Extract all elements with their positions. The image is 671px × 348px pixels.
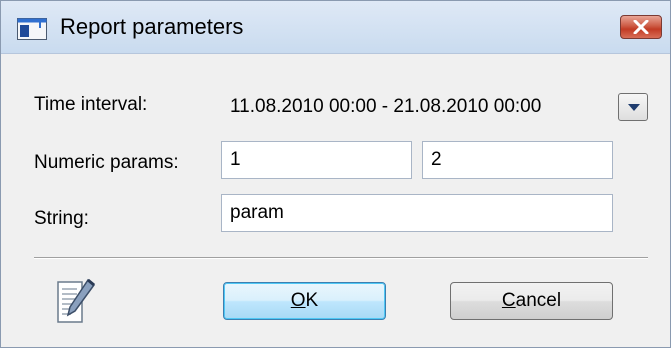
- cancel-button[interactable]: Cancel: [450, 282, 613, 320]
- report-window-icon: [17, 18, 47, 40]
- chevron-down-icon: [628, 104, 640, 111]
- time-interval-field[interactable]: 11.08.2010 00:00 - 21.08.2010 00:00: [221, 88, 611, 126]
- string-label: String:: [34, 208, 89, 229]
- numeric-params-label: Numeric params:: [34, 152, 179, 173]
- cancel-mnemonic: C: [501, 290, 516, 311]
- title-bar[interactable]: Report parameters: [1, 1, 670, 54]
- numeric-param-1-input[interactable]: 1: [221, 141, 412, 179]
- string-input[interactable]: param: [221, 194, 613, 232]
- cancel-label: ancel: [515, 290, 562, 311]
- time-interval-dropdown-button[interactable]: [618, 93, 648, 121]
- window-title: Report parameters: [60, 14, 244, 39]
- ok-label: K: [305, 290, 319, 311]
- document-edit-icon: [55, 277, 97, 325]
- close-button[interactable]: [620, 15, 662, 39]
- separator: [34, 257, 648, 259]
- numeric-param-2-input[interactable]: 2: [422, 141, 613, 179]
- ok-button[interactable]: OK: [223, 282, 386, 320]
- time-interval-label: Time interval:: [34, 94, 148, 115]
- ok-mnemonic: O: [290, 290, 306, 311]
- close-icon: [633, 20, 649, 34]
- report-parameters-dialog: Report parameters Time interval: 11.08.2…: [0, 0, 671, 348]
